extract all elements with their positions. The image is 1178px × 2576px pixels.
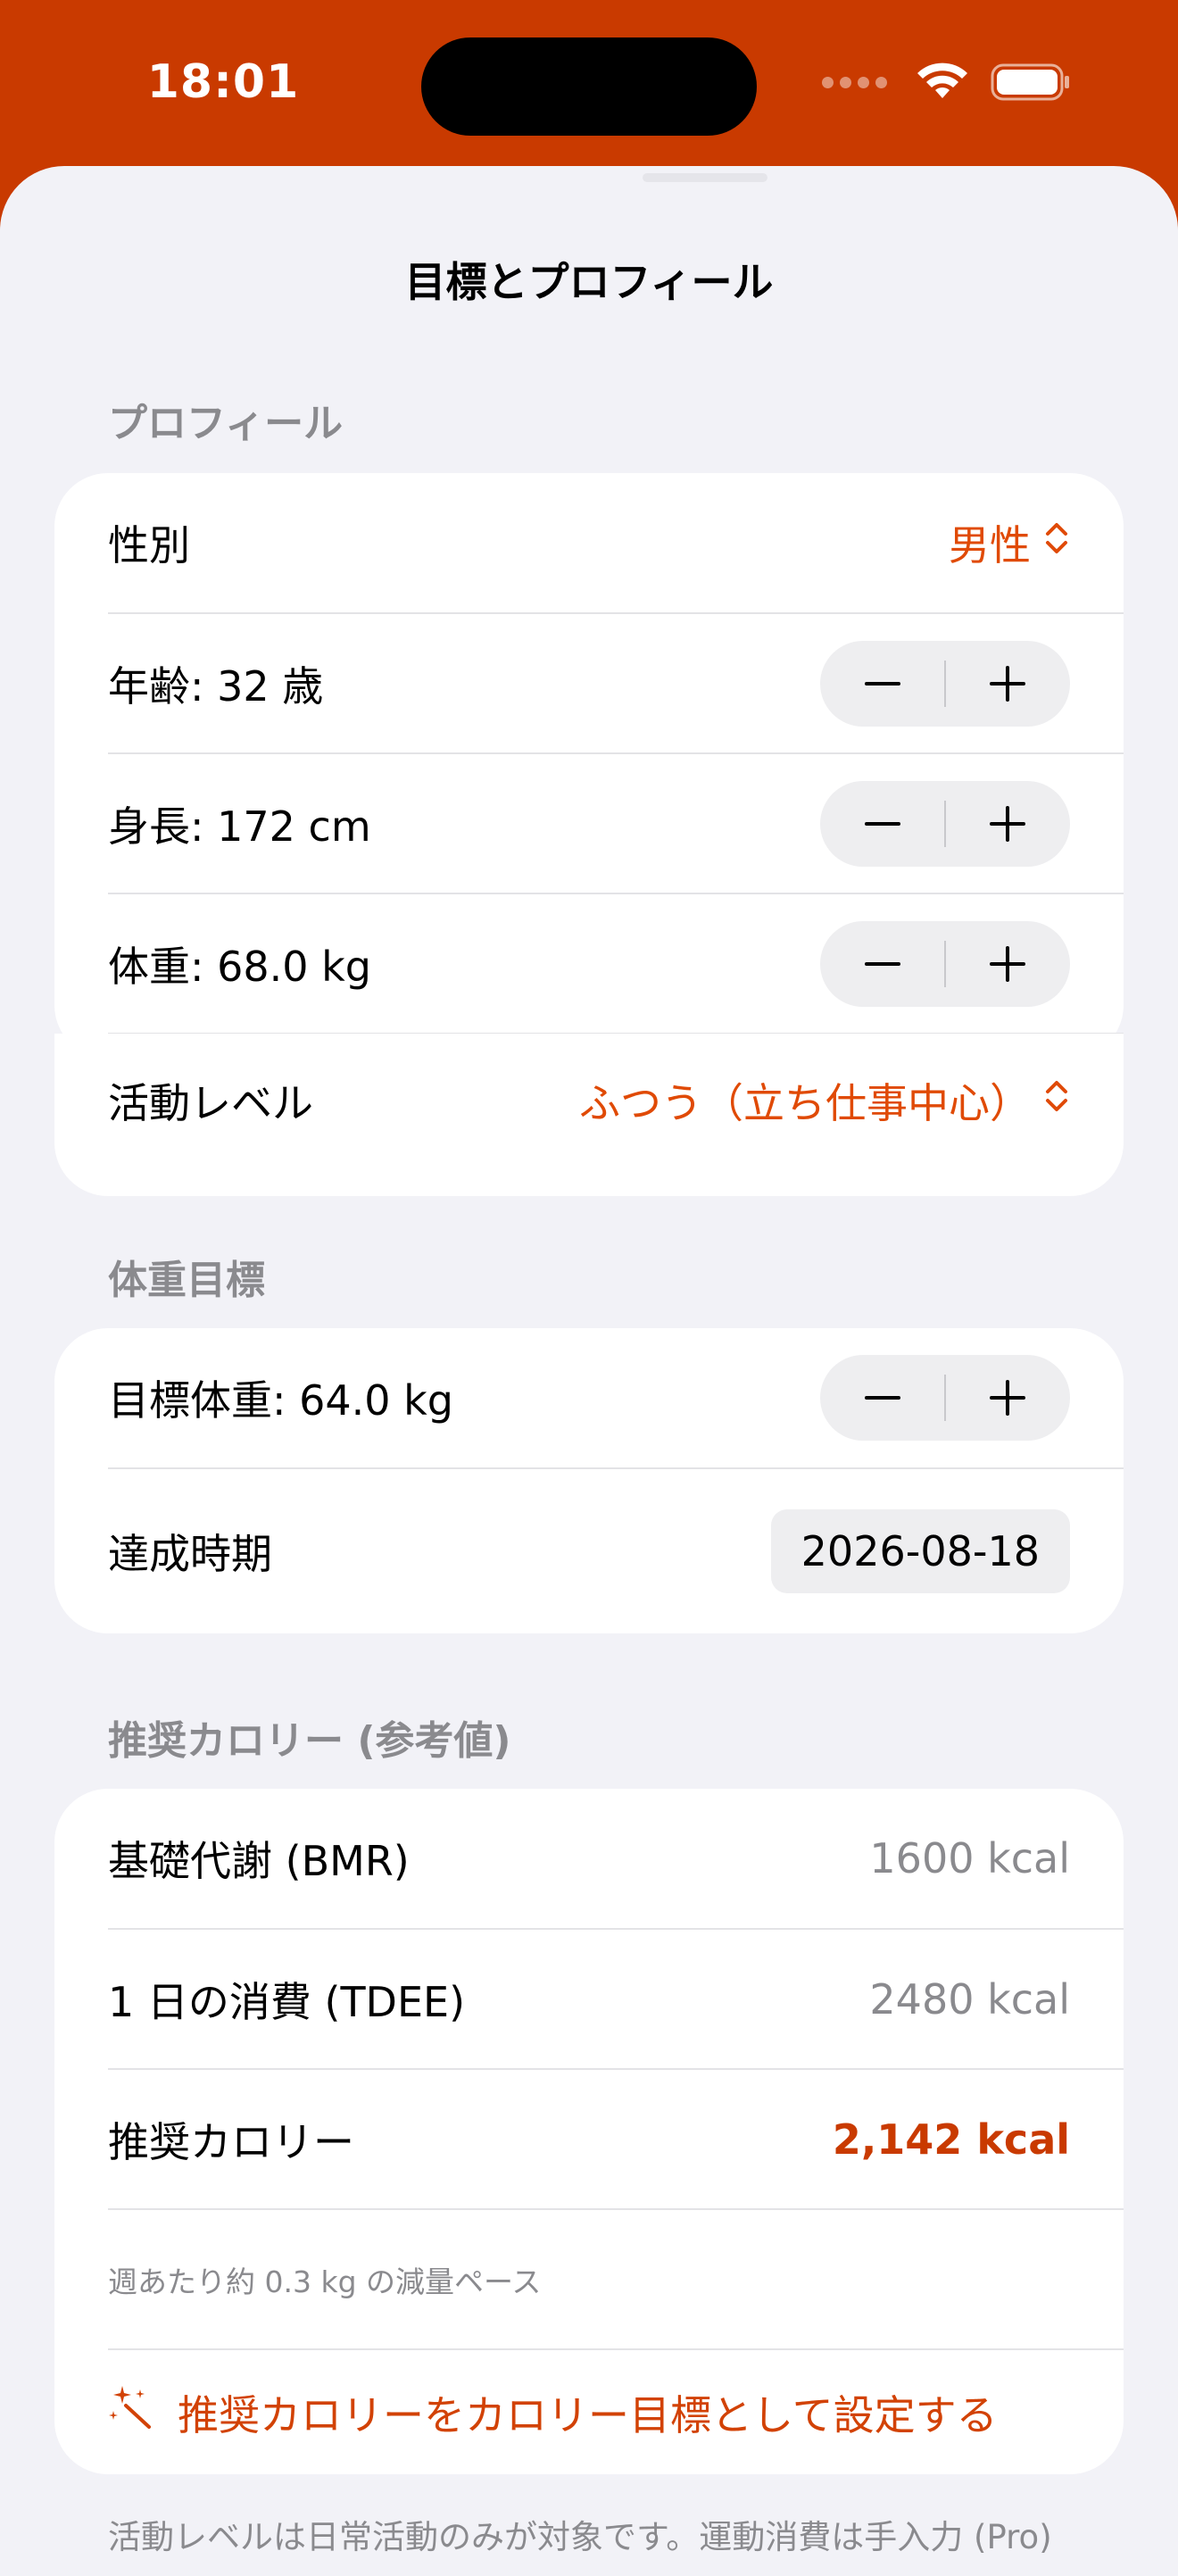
height-decrement-button[interactable] [820, 781, 945, 867]
plus-icon [990, 946, 1025, 982]
activity-picker[interactable]: ふつう（立ち仕事中心） [579, 1071, 1070, 1130]
sheet-title: 目標とプロフィール [404, 258, 774, 306]
deadline-date-picker[interactable]: 2026-08-18 [770, 1509, 1070, 1593]
target-weight-increment-button[interactable] [945, 1355, 1070, 1441]
tdee-row: 1 日の消費 (TDEE) 2480 kcal [108, 1930, 1070, 2069]
age-row: 年齢: 32 歳 [108, 614, 1070, 753]
status-time: 18:01 [146, 55, 300, 109]
age-decrement-button[interactable] [820, 641, 945, 727]
calories-card: 基礎代謝 (BMR) 1600 kcal 1 日の消費 (TDEE) 2480 … [54, 1789, 1124, 2474]
calories-section-header: 推奨カロリー (参考値) [108, 1718, 511, 1764]
height-label: 身長: 172 cm [108, 802, 371, 851]
deadline-row: 達成時期 2026-08-18 [108, 1469, 1070, 1633]
weight-stepper [820, 921, 1070, 1007]
stepper-separator [944, 661, 946, 707]
minus-icon [865, 1396, 900, 1400]
deadline-label: 達成時期 [108, 1530, 272, 1578]
chevron-up-down-icon [1043, 519, 1070, 568]
dynamic-island [421, 37, 757, 136]
bmr-value: 1600 kcal [869, 1834, 1070, 1882]
set-calorie-goal-button[interactable]: 推奨カロリーをカロリー目標として設定する [108, 2383, 998, 2442]
pace-note: 週あたり約 0.3 kg の減量ペース [108, 2264, 542, 2299]
magic-wand-icon [108, 2384, 154, 2440]
bmr-row: 基礎代謝 (BMR) 1600 kcal [108, 1789, 1070, 1928]
profile-card: 性別 男性 年齢: 32 歳 身長: 172 cm 体重: 68.0 kg [54, 473, 1124, 1059]
recommended-label: 推奨カロリー [108, 2118, 354, 2166]
weight-row: 体重: 68.0 kg [108, 894, 1070, 1034]
target-weight-label: 目標体重: 64.0 kg [108, 1376, 454, 1425]
tdee-value: 2480 kcal [869, 1975, 1070, 2023]
sheet-grabber[interactable] [643, 173, 767, 182]
battery-icon [991, 62, 1071, 102]
weight-increment-button[interactable] [945, 921, 1070, 1007]
footer-note: 活動レベルは日常活動のみが対象です。運動消費は手入力 (Pro) [108, 2518, 1052, 2556]
sex-label: 性別 [108, 521, 190, 569]
pace-note-row: 週あたり約 0.3 kg の減量ペース [108, 2210, 1070, 2349]
minus-icon [865, 682, 900, 686]
activity-row: 活動レベル ふつう（立ち仕事中心） [108, 1034, 1070, 1168]
activity-card-part: 活動レベル ふつう（立ち仕事中心） [54, 1034, 1124, 1196]
profile-section-header: プロフィール [108, 401, 344, 446]
cellular-signal-icon [822, 76, 887, 88]
weight-label: 体重: 68.0 kg [108, 943, 372, 991]
minus-icon [865, 962, 900, 966]
stepper-separator [944, 801, 946, 847]
stepper-separator [944, 941, 946, 987]
set-calorie-goal-label: 推奨カロリーをカロリー目標として設定する [178, 2390, 998, 2439]
height-stepper [820, 781, 1070, 867]
activity-label: 活動レベル [108, 1079, 313, 1127]
goals-profile-sheet: 目標とプロフィール プロフィール 性別 男性 年齢: 32 歳 身長: 172 … [0, 166, 1178, 2576]
wifi-icon [916, 62, 969, 102]
weight-decrement-button[interactable] [820, 921, 945, 1007]
plus-icon [990, 806, 1025, 842]
plus-icon [990, 666, 1025, 702]
stepper-separator [944, 1375, 946, 1421]
tdee-label: 1 日の消費 (TDEE) [108, 1978, 466, 2026]
target-weight-decrement-button[interactable] [820, 1355, 945, 1441]
sex-picker-value: 男性 [949, 521, 1031, 569]
status-icons [822, 62, 1071, 102]
age-label: 年齢: 32 歳 [108, 662, 324, 710]
sex-row: 性別 男性 [108, 473, 1070, 612]
height-increment-button[interactable] [945, 781, 1070, 867]
recommended-row: 推奨カロリー 2,142 kcal [108, 2070, 1070, 2209]
age-increment-button[interactable] [945, 641, 1070, 727]
plus-icon [990, 1380, 1025, 1416]
minus-icon [865, 822, 900, 826]
set-goal-row[interactable]: 推奨カロリーをカロリー目標として設定する [108, 2350, 1070, 2474]
weight-goal-card: 目標体重: 64.0 kg 達成時期 2026-08-18 [54, 1328, 1124, 1633]
bmr-label: 基礎代謝 (BMR) [108, 1837, 410, 1885]
target-weight-row: 目標体重: 64.0 kg [108, 1328, 1070, 1467]
recommended-value: 2,142 kcal [832, 2115, 1070, 2164]
height-row: 身長: 172 cm [108, 754, 1070, 893]
activity-picker-value: ふつう（立ち仕事中心） [579, 1079, 1031, 1127]
sex-picker[interactable]: 男性 [949, 513, 1070, 572]
status-bar: 18:01 [0, 0, 1178, 170]
chevron-up-down-icon [1043, 1076, 1070, 1126]
weight-goal-section-header: 体重目標 [108, 1258, 265, 1303]
age-stepper [820, 641, 1070, 727]
target-weight-stepper [820, 1355, 1070, 1441]
